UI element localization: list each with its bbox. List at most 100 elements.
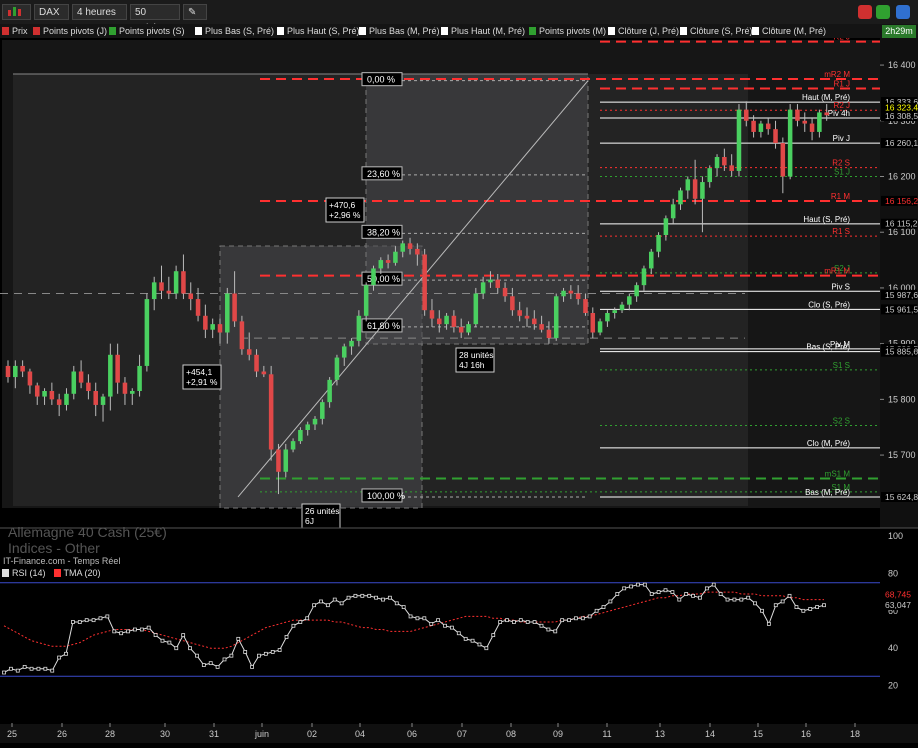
- candle-body: [415, 248, 420, 255]
- candle-body: [320, 402, 325, 419]
- legend-label: Points pivots (M): [539, 26, 607, 36]
- pivot-level-label: R2 J: [834, 38, 850, 42]
- candle-body: [407, 243, 413, 249]
- candle-body: [605, 313, 610, 322]
- rsi-point: [243, 650, 248, 654]
- legend-item[interactable]: Clôture (M, Pré): [752, 25, 826, 37]
- fib-tag: 100,00 %: [361, 488, 405, 503]
- restore-chart-button[interactable]: [876, 5, 890, 19]
- rsi-point: [174, 646, 179, 651]
- rsi-point: [615, 592, 620, 596]
- candle-body: [561, 290, 566, 297]
- timeframe-selector[interactable]: 4 heures▼: [72, 4, 127, 33]
- close-chart-button[interactable]: [858, 5, 872, 19]
- pivot-level-label: Piv 4h: [828, 109, 850, 118]
- rsi-value-label: 68,745: [885, 589, 911, 599]
- legend-item[interactable]: Plus Haut (S, Pré): [277, 25, 360, 37]
- rsi-point: [8, 666, 13, 671]
- candle-body: [210, 324, 215, 330]
- price-tag: 16 115,2: [881, 218, 918, 229]
- candle-body: [173, 271, 179, 294]
- price-tag-label: 16 260,1: [885, 138, 918, 148]
- price-tag: 15 961,5: [881, 304, 918, 315]
- drawing-tools-button[interactable]: ✎: [183, 4, 207, 20]
- rsi-point: [64, 651, 68, 656]
- legend-item[interactable]: Plus Haut (M, Pré): [441, 25, 525, 37]
- fib-tag-label: 23,60 %: [367, 169, 400, 179]
- units-selector[interactable]: 50 unités▼: [130, 4, 180, 34]
- candle-body: [758, 123, 764, 132]
- legend-item[interactable]: Plus Bas (S, Pré): [195, 25, 274, 37]
- candle-body: [751, 120, 756, 132]
- rsi-legend-label: TMA (20): [63, 568, 101, 578]
- rsi-point: [732, 597, 737, 602]
- legend-item[interactable]: Points pivots (S): [109, 25, 185, 37]
- price-tag-label: 16 115,2: [885, 219, 918, 229]
- rsi-legend-item[interactable]: RSI (14): [2, 568, 46, 578]
- candle-body: [203, 315, 208, 330]
- candle-body: [108, 354, 113, 397]
- rsi-point: [711, 582, 716, 587]
- rsi-point: [181, 633, 186, 638]
- rsi-point: [746, 595, 751, 600]
- legend-item[interactable]: Prix: [2, 25, 28, 37]
- candle-body: [122, 382, 128, 394]
- candle: [144, 293, 150, 372]
- legend-item[interactable]: Points pivots (J): [33, 25, 107, 37]
- candle-body: [670, 204, 676, 219]
- settings-button[interactable]: [896, 5, 910, 19]
- time-tick-label: 06: [407, 729, 417, 739]
- candle: [268, 365, 274, 461]
- candle-body: [656, 235, 661, 252]
- candle-body: [400, 243, 405, 252]
- rsi-point: [201, 663, 206, 667]
- candle-body: [473, 293, 479, 325]
- rsi-point: [477, 642, 482, 647]
- fib-tag-label: 38,20 %: [367, 227, 400, 237]
- legend-item[interactable]: Plus Bas (M, Pré): [359, 25, 440, 37]
- rsi-point: [601, 605, 606, 609]
- legend-item[interactable]: Clôture (J, Pré): [608, 25, 679, 37]
- annotation-line2: +2,91 %: [186, 377, 218, 387]
- legend-item[interactable]: Clôture (S, Pré): [680, 25, 753, 37]
- chart-area: R2 JmR2 MR1 JHaut (M, Pré)R2 JPiv 4hPiv …: [0, 33, 918, 743]
- time-tick-label: 14: [705, 729, 715, 739]
- candle-body: [254, 354, 259, 372]
- candle-body: [378, 260, 384, 269]
- candle-body: [809, 123, 815, 132]
- candle-body: [787, 109, 793, 177]
- candle-body: [495, 279, 501, 288]
- candle-body: [510, 296, 515, 311]
- annotation-line1: 26 unités: [305, 506, 340, 516]
- candle-body: [115, 354, 120, 383]
- rsi-legend-item[interactable]: TMA (20): [53, 568, 101, 578]
- price-chart[interactable]: R2 JmR2 MR1 JHaut (M, Pré)R2 JPiv 4hPiv …: [0, 33, 918, 743]
- legend-item[interactable]: Points pivots (M): [529, 25, 606, 37]
- pencil-icon: ✎: [188, 7, 197, 18]
- time-tick-label: juin: [254, 729, 269, 739]
- candle-body: [729, 165, 734, 171]
- symbol-icon[interactable]: [2, 4, 31, 20]
- candle: [553, 293, 559, 341]
- candle-body: [356, 315, 362, 341]
- pivot-level-label: R2 S: [832, 159, 850, 168]
- measure-annotation: +470,6+2,96 %: [325, 197, 365, 223]
- rsi-point: [684, 592, 689, 596]
- symbol-selector[interactable]: DAX▼: [34, 4, 69, 33]
- rsi-point: [505, 618, 509, 623]
- rsi-point: [725, 597, 730, 602]
- candle-body: [71, 371, 77, 394]
- candle-body: [707, 168, 713, 183]
- rsi-point: [456, 631, 461, 636]
- rsi-point: [119, 631, 124, 636]
- fib-tag-label: 61,80 %: [367, 321, 400, 331]
- candle-body: [363, 285, 369, 316]
- rsi-point: [642, 582, 647, 587]
- rsi-point: [704, 586, 709, 591]
- rsi-value-tag: 63,047: [881, 600, 917, 611]
- candle-body: [532, 318, 537, 325]
- rsi-point: [553, 629, 558, 634]
- rsi-point: [270, 650, 275, 654]
- rsi-point: [257, 653, 261, 658]
- rsi-point: [608, 599, 613, 604]
